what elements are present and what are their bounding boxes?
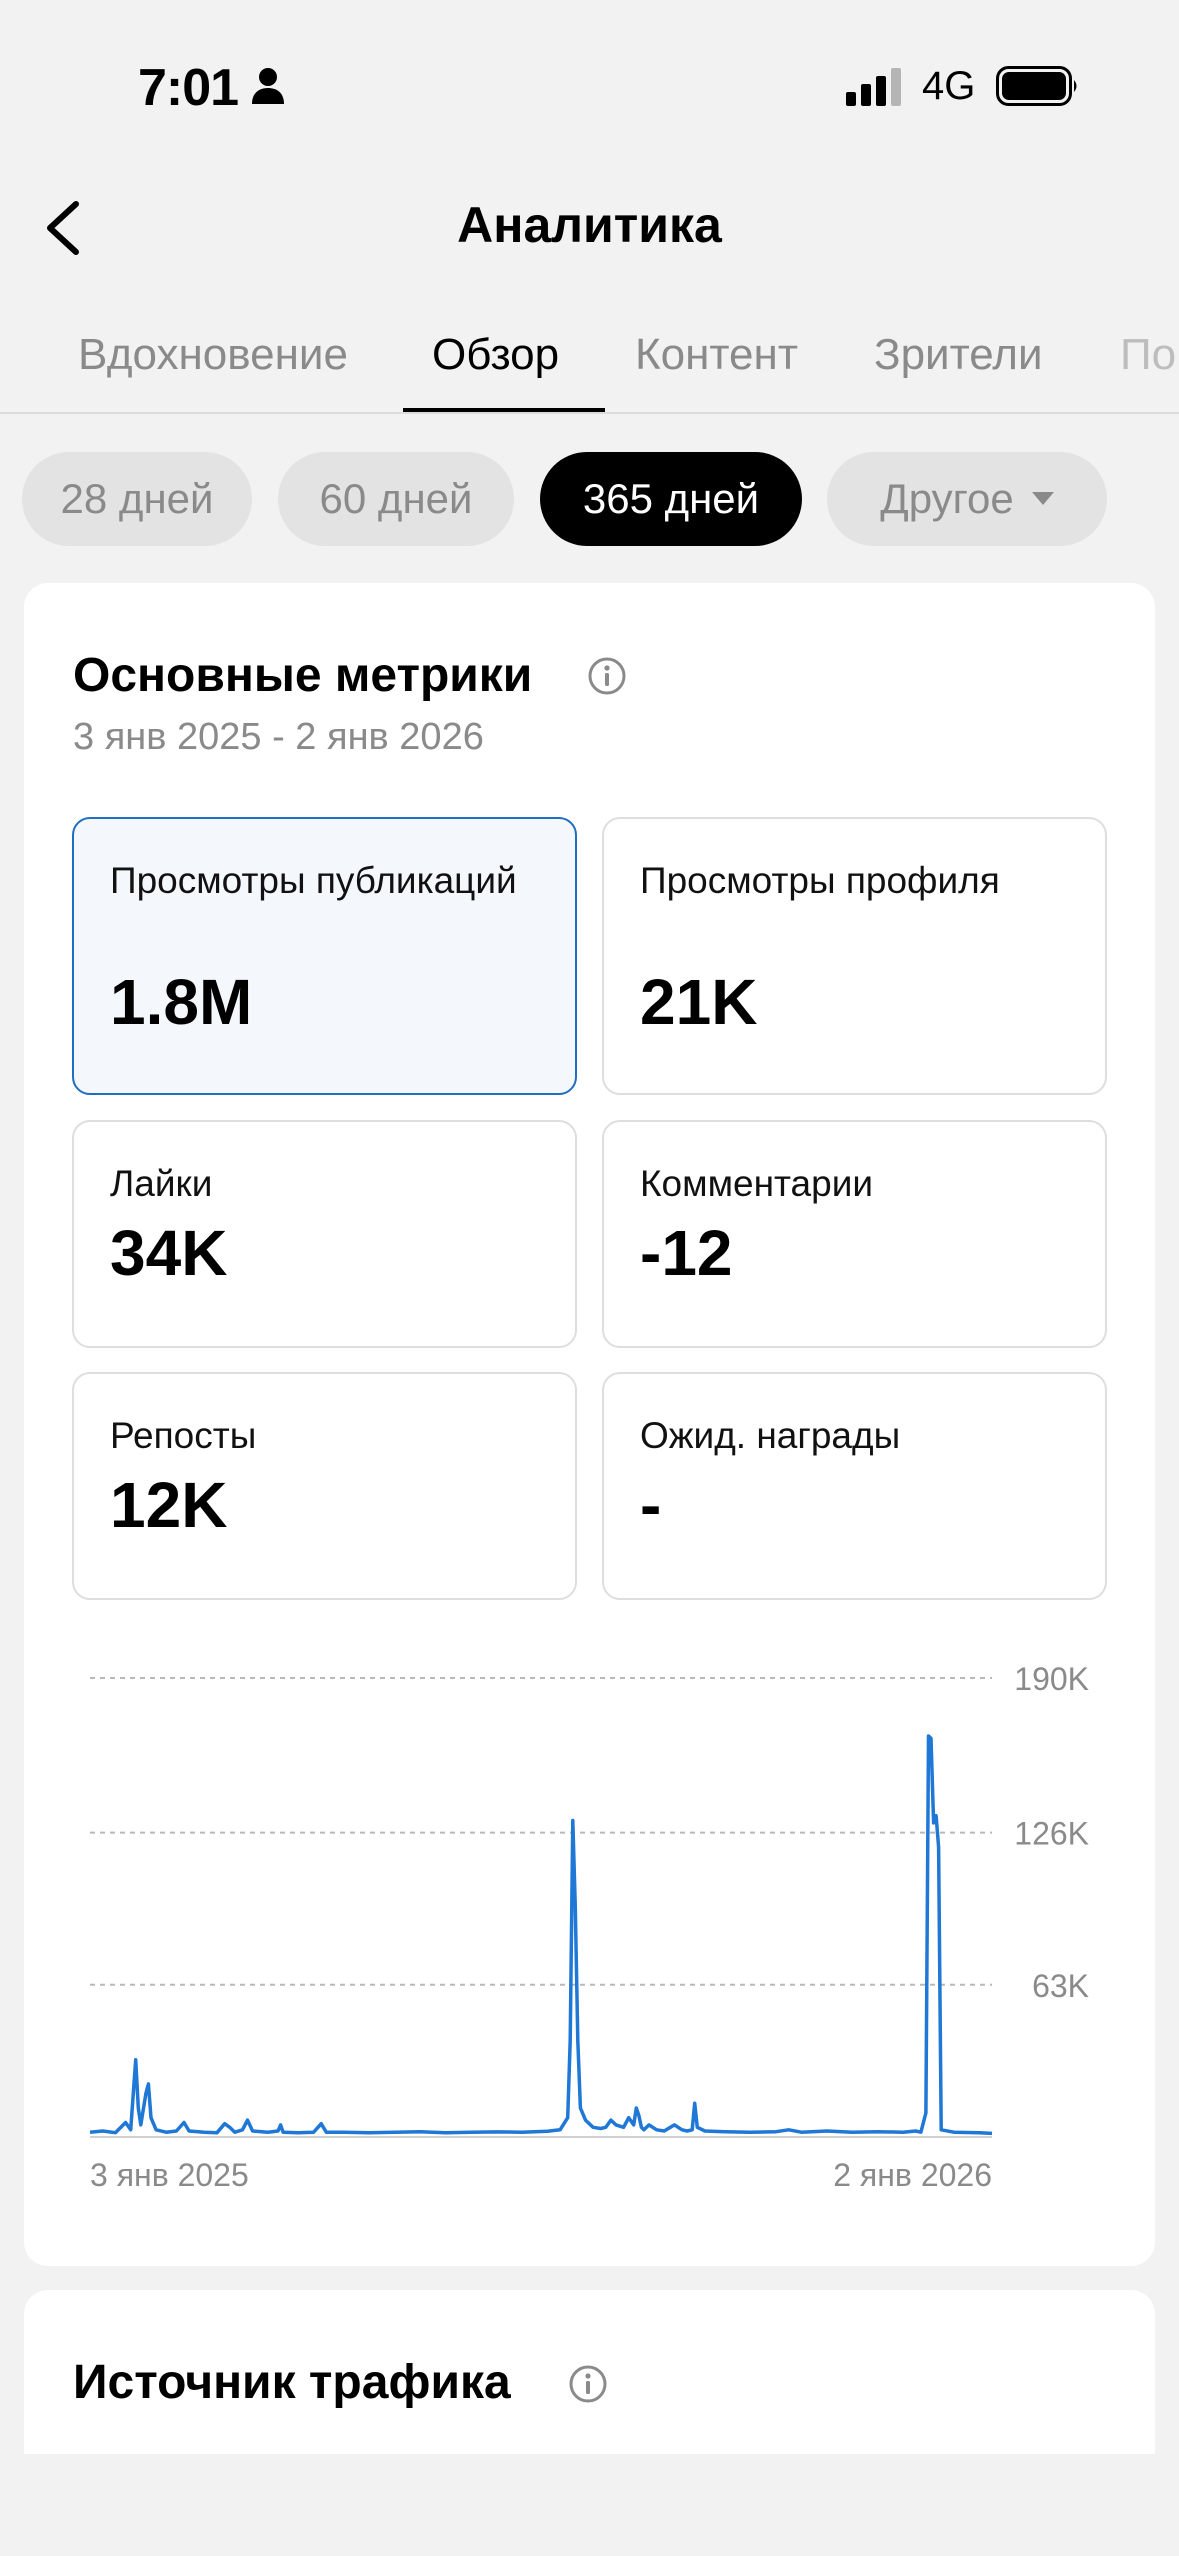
- tab-audience[interactable]: Зрители: [874, 330, 1043, 380]
- metric-label: Репосты: [110, 1415, 257, 1456]
- info-icon[interactable]: [587, 656, 627, 696]
- metric-tile-likes[interactable]: Лайки 34K: [72, 1120, 577, 1348]
- network-type-label: 4G: [922, 64, 976, 108]
- tab-content[interactable]: Контент: [635, 330, 798, 380]
- date-range: 3 янв 2025 - 2 янв 2026: [73, 716, 484, 758]
- metric-value: 34K: [110, 1217, 228, 1289]
- period-chip-365-days[interactable]: 365 дней: [540, 452, 802, 546]
- metric-label: Комментарии: [640, 1163, 874, 1204]
- section-title: Источник трафика: [73, 2356, 511, 2409]
- tab-bar: Вдохновение Обзор Контент Зрители По: [0, 320, 1179, 414]
- bottom-background: [0, 2454, 1179, 2556]
- status-bar: 7:01 4G: [0, 0, 1179, 180]
- metric-tile-post-views[interactable]: Просмотры публикаций 1.8M: [72, 817, 577, 1095]
- metric-value: -: [640, 1469, 662, 1541]
- tab-inspiration[interactable]: Вдохновение: [78, 330, 348, 380]
- period-chip-other[interactable]: Другое: [827, 452, 1107, 546]
- period-chip-60-days[interactable]: 60 дней: [278, 452, 514, 546]
- section-title: Основные метрики: [73, 649, 533, 702]
- metric-label: Просмотры публикаций: [110, 860, 517, 901]
- battery-icon: [996, 66, 1077, 106]
- metric-label: Лайки: [110, 1163, 213, 1204]
- metric-tile-reposts[interactable]: Репосты 12K: [72, 1372, 577, 1600]
- metric-tile-comments[interactable]: Комментарии -12: [602, 1120, 1107, 1348]
- status-time: 7:01: [138, 59, 239, 117]
- metric-label: Просмотры профиля: [640, 860, 1000, 901]
- person-icon: [252, 68, 284, 104]
- metric-tile-estimated-rewards[interactable]: Ожид. награды -: [602, 1372, 1107, 1600]
- page-title: Аналитика: [457, 197, 722, 253]
- period-chip-28-days[interactable]: 28 дней: [22, 452, 252, 546]
- metric-tile-profile-views[interactable]: Просмотры профиля 21K: [602, 817, 1107, 1095]
- metric-value: 1.8M: [110, 966, 253, 1038]
- metric-value: -12: [640, 1217, 733, 1289]
- metric-label: Ожид. награды: [640, 1415, 901, 1456]
- tab-more[interactable]: По: [1120, 330, 1176, 380]
- metric-value: 12K: [110, 1469, 228, 1541]
- metric-value: 21K: [640, 966, 758, 1038]
- cellular-signal-icon: [846, 68, 901, 106]
- dropdown-caret-icon: [1031, 492, 1054, 506]
- active-tab-indicator: [403, 408, 605, 412]
- info-icon[interactable]: [568, 2364, 608, 2404]
- period-chip-other-label: Другое: [880, 475, 1014, 522]
- tab-overview[interactable]: Обзор: [432, 330, 559, 380]
